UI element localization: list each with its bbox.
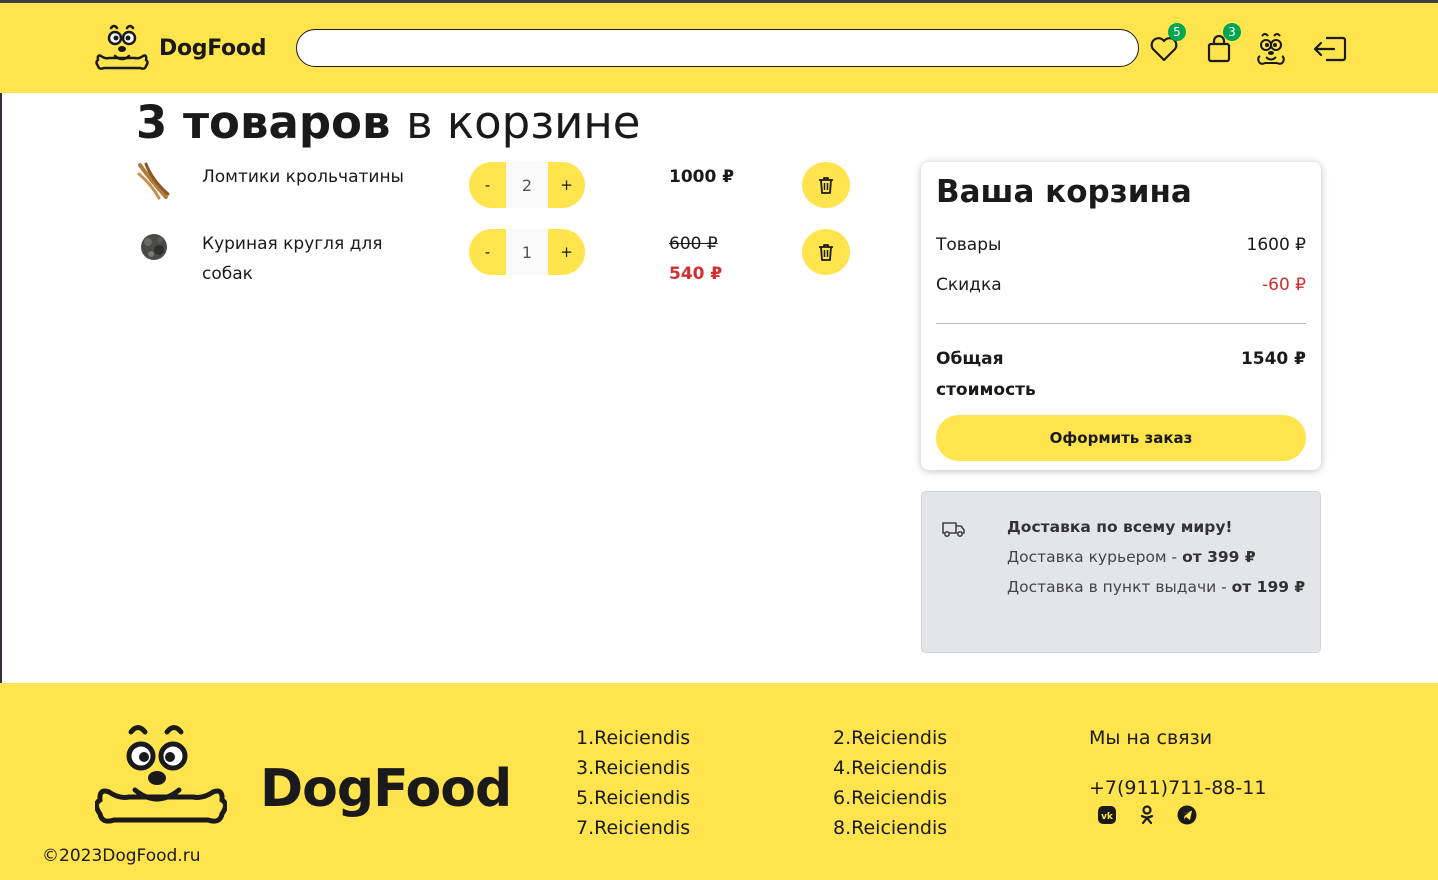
product-price: 600 ₽ 540 ₽ [669, 229, 722, 289]
footer-link[interactable]: 5.Reiciendis [576, 783, 690, 813]
footer-link[interactable]: 4.Reiciendis [833, 753, 947, 783]
trash-icon [819, 177, 833, 194]
logout-icon [1313, 36, 1347, 62]
dog-logo-icon [95, 725, 227, 824]
cart-button[interactable]: 3 [1201, 23, 1241, 69]
copyright: ©2023DogFood.ru [42, 846, 201, 866]
remove-item-button[interactable] [802, 229, 850, 275]
quantity-stepper: - + [469, 162, 585, 208]
footer-links-column-2: 2.Reiciendis 4.Reiciendis 6.Reiciendis 8… [833, 723, 947, 843]
decrease-quantity-button[interactable]: - [469, 229, 506, 275]
window-left-border [0, 93, 2, 683]
goods-label: Товары [936, 235, 1002, 255]
cart-items-count: 3 товаров [136, 96, 391, 149]
page-title: 3 товаров в корзине [136, 97, 640, 149]
cart-count-badge: 3 [1223, 23, 1241, 41]
cart-summary: Ваша корзина Товары 1600 ₽ Скидка -60 ₽ … [921, 162, 1321, 470]
favorites-button[interactable]: 5 [1146, 23, 1186, 69]
site-header: DogFood 5 3 [0, 3, 1438, 93]
discount-row: Скидка -60 ₽ [936, 275, 1306, 295]
footer-link[interactable]: 6.Reiciendis [833, 783, 947, 813]
phone-number[interactable]: +7(911)711-88-11 [1089, 773, 1266, 803]
discounted-price: 540 ₽ [669, 264, 723, 284]
profile-button[interactable] [1253, 29, 1289, 69]
truck-icon [942, 522, 965, 538]
divider [936, 323, 1306, 324]
cart-item: Ломтики крольчатины - + 1000 ₽ [136, 162, 856, 222]
logo-text: DogFood [159, 35, 267, 61]
summary-title: Ваша корзина [936, 174, 1192, 210]
delivery-info: Доставка по всему миру! Доставка курьеро… [921, 491, 1321, 653]
product-image [141, 234, 167, 260]
footer-link[interactable]: 7.Reiciendis [576, 813, 690, 843]
footer-links-column-1: 1.Reiciendis 3.Reiciendis 5.Reiciendis 7… [576, 723, 690, 843]
increase-quantity-button[interactable]: + [548, 229, 585, 275]
product-price: 1000 ₽ [669, 167, 735, 187]
discount-label: Скидка [936, 275, 1002, 295]
goods-value: 1600 ₽ [1246, 235, 1306, 255]
footer-link[interactable]: 3.Reiciendis [576, 753, 690, 783]
cart-item: Куриная кругля для собак - + 600 ₽ 540 ₽ [136, 229, 856, 289]
dog-profile-icon [1257, 33, 1285, 65]
decrease-quantity-button[interactable]: - [469, 162, 506, 208]
svg-text:vk: vk [1101, 812, 1114, 822]
discount-value: -60 ₽ [1262, 275, 1306, 295]
delivery-title: Доставка по всему миру! [1007, 518, 1233, 536]
quantity-input[interactable] [506, 162, 548, 208]
product-name[interactable]: Куриная кругля для собак [202, 229, 432, 289]
pickup-label: Доставка в пункт выдачи - [1007, 578, 1232, 596]
logout-button[interactable] [1312, 29, 1348, 69]
social-links: vk [1097, 805, 1197, 825]
delivery-text: Доставка по всему миру! Доставка курьеро… [1007, 512, 1307, 602]
favorites-count-badge: 5 [1168, 23, 1186, 41]
quantity-stepper: - + [469, 229, 585, 275]
site-footer: DogFood ©2023DogFood.ru 1.Reiciendis 3.R… [0, 683, 1438, 880]
contacts: Мы на связи +7(911)711-88-11 [1089, 723, 1266, 803]
dog-logo-icon [95, 24, 149, 70]
increase-quantity-button[interactable]: + [548, 162, 585, 208]
product-image [137, 162, 170, 200]
quantity-input[interactable] [506, 229, 548, 275]
search-input[interactable] [296, 29, 1139, 67]
product-name[interactable]: Ломтики крольчатины [202, 162, 432, 192]
total-value: 1540 ₽ [1240, 349, 1306, 369]
footer-logo-text[interactable]: DogFood [260, 759, 512, 819]
courier-label: Доставка курьером - [1007, 548, 1183, 566]
total-label: Общая стоимость [936, 349, 1036, 400]
page-title-rest: в корзине [406, 96, 641, 149]
footer-link[interactable]: 2.Reiciendis [833, 723, 947, 753]
courier-price: от 399 ₽ [1182, 548, 1256, 566]
logo[interactable]: DogFood [95, 22, 266, 74]
vk-icon[interactable]: vk [1097, 805, 1117, 825]
contacts-title: Мы на связи [1089, 727, 1213, 749]
goods-row: Товары 1600 ₽ [936, 235, 1306, 255]
footer-link[interactable]: 8.Reiciendis [833, 813, 947, 843]
trash-icon [819, 244, 833, 261]
remove-item-button[interactable] [802, 162, 850, 208]
footer-link[interactable]: 1.Reiciendis [576, 723, 690, 753]
telegram-icon[interactable] [1177, 805, 1197, 825]
pickup-price: от 199 ₽ [1231, 578, 1306, 596]
odnoklassniki-icon[interactable] [1137, 805, 1157, 825]
old-price: 600 ₽ [669, 234, 718, 254]
checkout-button[interactable]: Оформить заказ [936, 415, 1306, 461]
